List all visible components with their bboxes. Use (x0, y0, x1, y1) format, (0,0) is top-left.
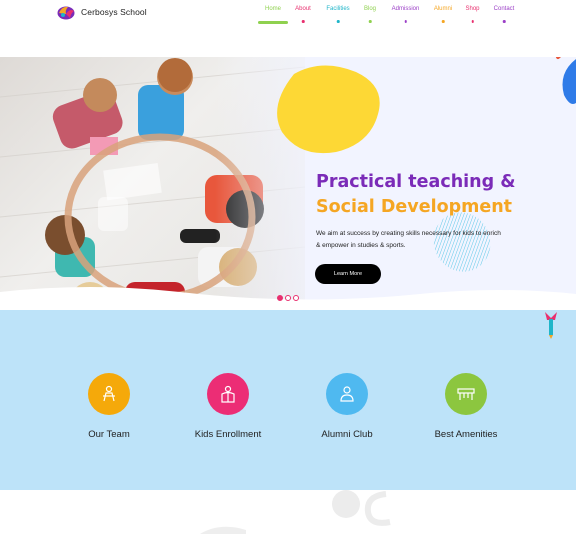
nav-item-contact[interactable]: Contact (492, 6, 516, 23)
nav-item-admission[interactable]: Admission (390, 6, 421, 23)
features-section: Our Team Kids Enrollment Alumni Club Bes… (0, 310, 576, 490)
feature-icon-circle (207, 373, 249, 415)
active-nav-indicator (258, 21, 288, 24)
nav-label: About (295, 6, 311, 12)
feature-alumni-club[interactable]: Alumni Club (287, 373, 407, 440)
nav-label: Facilities (326, 6, 350, 12)
faded-shape-decoration (200, 526, 246, 534)
feature-label: Kids Enrollment (194, 429, 262, 440)
hero-slider: Practical teaching & Social Development … (0, 57, 576, 310)
slide-dot-1[interactable] (277, 295, 283, 301)
corner-shapes-decoration (556, 57, 576, 104)
nav-label: Blog (363, 6, 376, 12)
nav-dot (301, 20, 305, 23)
faded-circles-decoration (332, 490, 391, 526)
feature-label: Our Team (88, 429, 130, 440)
nav-label: Shop (465, 6, 480, 12)
nav-dot (441, 20, 445, 23)
brand-name: Cerbosys School (81, 7, 147, 17)
main-nav: Home About Facilities Blog Admission Alu… (258, 6, 516, 24)
nav-label: Alumni (433, 6, 453, 12)
enrollment-icon (221, 385, 235, 403)
feature-label: Alumni Club (321, 429, 373, 440)
brand-logo[interactable]: Cerbosys School (57, 4, 147, 20)
hero-title: Practical teaching & Social Development (316, 170, 516, 220)
site-header: Cerbosys School Home About Facilities Bl… (0, 0, 576, 56)
feature-our-team[interactable]: Our Team (49, 373, 169, 440)
nav-dot (404, 20, 407, 23)
slider-pagination (277, 295, 299, 301)
alumni-icon (340, 386, 354, 402)
slide-dot-3[interactable] (293, 295, 299, 301)
school-logo-icon (57, 6, 75, 20)
nav-dot (502, 20, 506, 23)
feature-icon-circle (326, 373, 368, 415)
nav-dot (368, 20, 372, 23)
nav-dot (471, 20, 474, 23)
nav-item-blog[interactable]: Blog (363, 6, 377, 23)
hero-title-line2: Social Development (316, 197, 513, 217)
nav-item-about[interactable]: About (293, 6, 313, 23)
amenities-icon (457, 388, 475, 400)
nav-item-shop[interactable]: Shop (465, 6, 480, 23)
feature-label: Best Amenities (434, 429, 498, 440)
hero-description: We aim at success by creating skills nec… (316, 230, 501, 249)
feature-icon-circle (88, 373, 130, 415)
nav-label: Home (264, 6, 281, 12)
feature-best-amenities[interactable]: Best Amenities (406, 373, 526, 440)
yellow-blob-decoration (277, 65, 380, 154)
nav-item-facilities[interactable]: Facilities (325, 6, 351, 23)
next-section-preview (0, 490, 576, 534)
nav-item-alumni[interactable]: Alumni (433, 6, 453, 23)
page: Cerbosys School Home About Facilities Bl… (0, 0, 576, 534)
nav-dot (336, 20, 340, 23)
feature-kids-enrollment[interactable]: Kids Enrollment (168, 373, 288, 440)
pencil-icon (545, 312, 557, 339)
nav-label: Contact (493, 6, 515, 12)
slide-dot-2[interactable] (285, 295, 291, 301)
nav-item-home[interactable]: Home (258, 6, 288, 24)
team-icon (103, 385, 115, 402)
feature-icon-circle (445, 373, 487, 415)
nav-label: Admission (391, 6, 420, 12)
hero-title-line1: Practical teaching & (316, 172, 516, 192)
